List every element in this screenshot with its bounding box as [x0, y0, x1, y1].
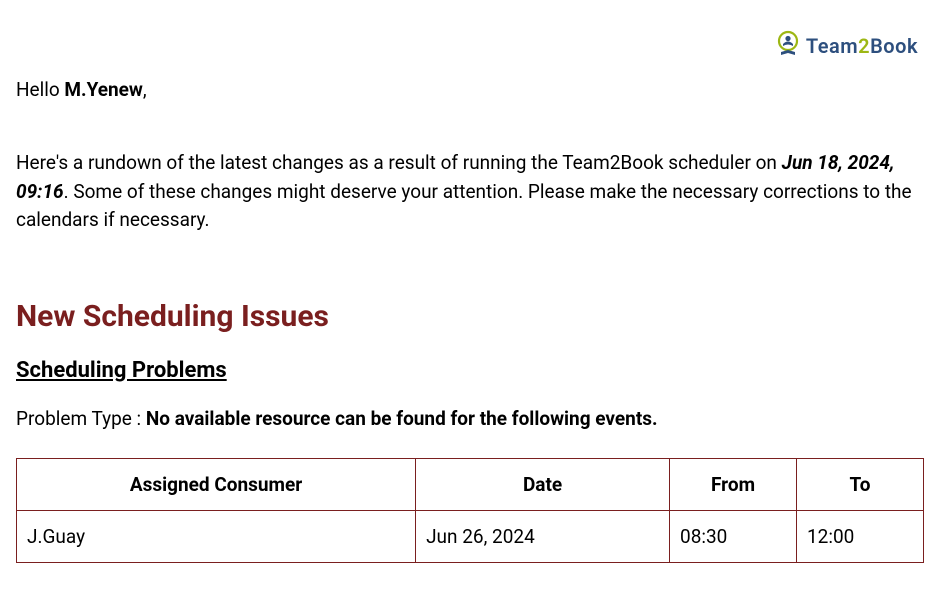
intro-after: . Some of these changes might deserve yo…: [16, 180, 912, 232]
problem-type-line: Problem Type : No available resource can…: [16, 407, 924, 430]
col-to: To: [797, 458, 924, 510]
brand-logo: Team2Book: [774, 30, 918, 62]
cell-from: 08:30: [670, 510, 797, 562]
greeting: Hello M.Yenew,: [16, 78, 924, 101]
logo-row: Team2Book: [16, 30, 924, 62]
col-date: Date: [416, 458, 670, 510]
issues-table: Assigned Consumer Date From To J.Guay Ju…: [16, 458, 924, 563]
col-from: From: [670, 458, 797, 510]
recipient-name: M.Yenew: [64, 78, 142, 101]
brand-name: Team2Book: [806, 34, 918, 58]
problem-type-value: No available resource can be found for t…: [146, 407, 658, 430]
cell-date: Jun 26, 2024: [416, 510, 670, 562]
intro-paragraph: Here's a rundown of the latest changes a…: [16, 149, 924, 235]
logo-icon: [774, 30, 802, 62]
subsection-title: Scheduling Problems: [16, 358, 924, 383]
col-consumer: Assigned Consumer: [17, 458, 416, 510]
greeting-prefix: Hello: [16, 78, 64, 101]
intro-before: Here's a rundown of the latest changes a…: [16, 151, 782, 174]
greeting-suffix: ,: [143, 78, 147, 101]
cell-to: 12:00: [797, 510, 924, 562]
cell-consumer: J.Guay: [17, 510, 416, 562]
section-title: New Scheduling Issues: [16, 299, 924, 334]
table-header-row: Assigned Consumer Date From To: [17, 458, 924, 510]
problem-type-label: Problem Type :: [16, 407, 146, 430]
table-row: J.Guay Jun 26, 2024 08:30 12:00: [17, 510, 924, 562]
